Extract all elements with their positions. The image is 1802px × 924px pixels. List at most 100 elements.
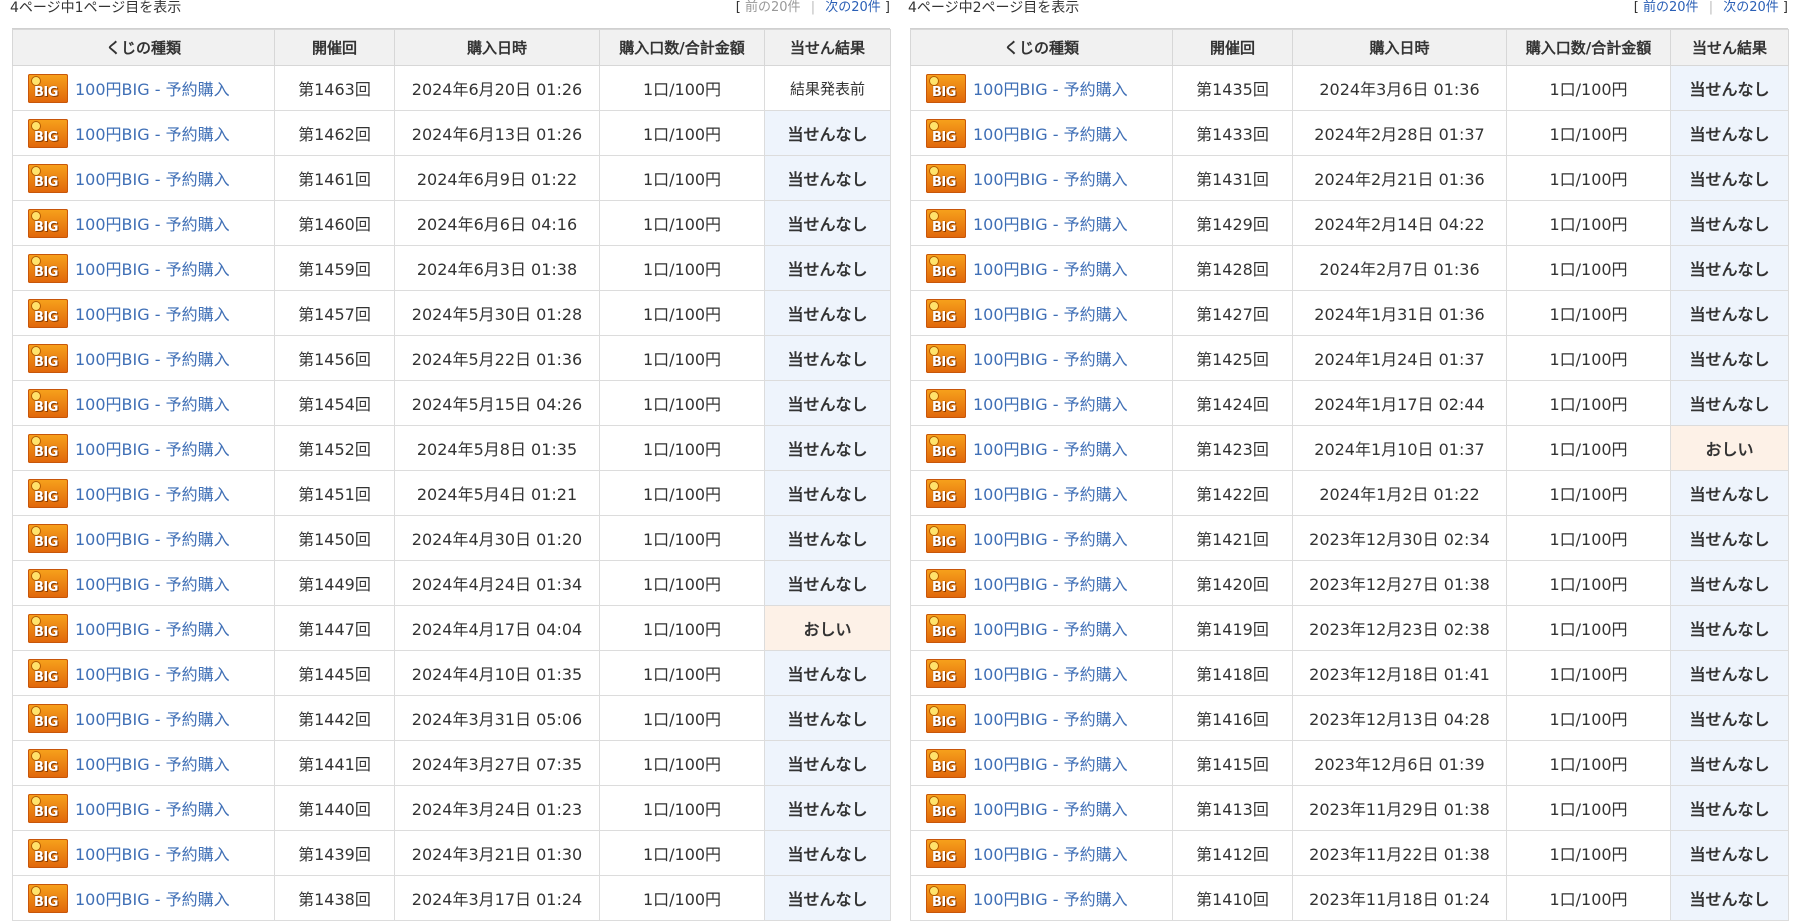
lottery-link[interactable]: 100円BIG - 予約購入 <box>973 661 1128 685</box>
purchase-date-cell: 2024年1月24日 01:37 <box>1292 335 1507 381</box>
purchase-date-cell: 2024年6月9日 01:22 <box>394 155 600 201</box>
logo-text: BIG <box>34 624 58 640</box>
lottery-link[interactable]: 100円BIG - 予約購入 <box>973 706 1128 730</box>
lottery-link[interactable]: 100円BIG - 予約購入 <box>973 256 1128 280</box>
round-cell: 第1463回 <box>274 65 395 111</box>
result-cell: 当せんなし <box>764 380 891 426</box>
purchase-date-cell: 2024年1月10日 01:37 <box>1292 425 1507 471</box>
result-cell: 結果発表前 <box>764 65 891 111</box>
lottery-link[interactable]: 100円BIG - 予約購入 <box>973 526 1128 550</box>
big-lottery-logo-icon: BIG <box>926 433 966 463</box>
result-cell: 当せんなし <box>764 155 891 201</box>
round-cell: 第1449回 <box>274 560 395 606</box>
lottery-type-cell: BIG 100円BIG - 予約購入 <box>910 65 1173 111</box>
lottery-link[interactable]: 100円BIG - 予約購入 <box>75 481 230 505</box>
next-20-link[interactable]: 次の20件 <box>1723 0 1779 15</box>
lottery-link[interactable]: 100円BIG - 予約購入 <box>973 346 1128 370</box>
lottery-link[interactable]: 100円BIG - 予約購入 <box>973 121 1128 145</box>
lottery-link[interactable]: 100円BIG - 予約購入 <box>973 571 1128 595</box>
lottery-link[interactable]: 100円BIG - 予約購入 <box>75 706 230 730</box>
lottery-type-cell: BIG 100円BIG - 予約購入 <box>12 200 275 246</box>
lottery-link[interactable]: 100円BIG - 予約購入 <box>973 751 1128 775</box>
round-cell: 第1412回 <box>1172 830 1293 876</box>
lottery-link[interactable]: 100円BIG - 予約購入 <box>75 301 230 325</box>
big-lottery-logo-icon: BIG <box>926 703 966 733</box>
lottery-link[interactable]: 100円BIG - 予約購入 <box>75 436 230 460</box>
lottery-type-cell: BIG 100円BIG - 予約購入 <box>12 785 275 831</box>
lottery-link[interactable]: 100円BIG - 予約購入 <box>973 436 1128 460</box>
big-lottery-logo-icon: BIG <box>926 658 966 688</box>
purchase-date-cell: 2023年12月13日 04:28 <box>1292 695 1507 741</box>
lottery-link[interactable]: 100円BIG - 予約購入 <box>973 166 1128 190</box>
col-header-lottery-type: くじの種類 <box>910 29 1173 66</box>
round-cell: 第1451回 <box>274 470 395 516</box>
lottery-link[interactable]: 100円BIG - 予約購入 <box>973 841 1128 865</box>
logo-text: BIG <box>34 399 58 415</box>
lottery-link[interactable]: 100円BIG - 予約購入 <box>75 211 230 235</box>
logo-text: BIG <box>34 219 58 235</box>
result-cell: 当せんなし <box>1670 155 1789 201</box>
next-20-link[interactable]: 次の20件 <box>825 0 881 15</box>
logo-text: BIG <box>34 264 58 280</box>
result-cell: おしい <box>764 605 891 651</box>
round-cell: 第1424回 <box>1172 380 1293 426</box>
purchase-date-cell: 2023年11月29日 01:38 <box>1292 785 1507 831</box>
lottery-link[interactable]: 100円BIG - 予約購入 <box>75 256 230 280</box>
big-lottery-logo-icon: BIG <box>28 163 68 193</box>
big-lottery-logo-icon: BIG <box>28 433 68 463</box>
quantity-amount-cell: 1口/100円 <box>599 785 765 831</box>
lottery-link[interactable]: 100円BIG - 予約購入 <box>75 841 230 865</box>
lottery-link[interactable]: 100円BIG - 予約購入 <box>75 76 230 100</box>
table-row: BIG 100円BIG - 予約購入 第1463回 2024年6月20日 01:26 1… <box>12 65 891 111</box>
lottery-link[interactable]: 100円BIG - 予約購入 <box>75 661 230 685</box>
lottery-link[interactable]: 100円BIG - 予約購入 <box>973 481 1128 505</box>
big-lottery-logo-icon: BIG <box>28 883 68 913</box>
prev-20-link[interactable]: 前の20件 <box>1643 0 1699 15</box>
big-lottery-logo-icon: BIG <box>926 73 966 103</box>
lottery-link[interactable]: 100円BIG - 予約購入 <box>973 76 1128 100</box>
logo-text: BIG <box>34 309 58 325</box>
table-row: BIG 100円BIG - 予約購入 第1431回 2024年2月21日 01:36 1… <box>910 155 1789 201</box>
quantity-amount-cell: 1口/100円 <box>1506 740 1671 786</box>
purchase-date-cell: 2024年2月7日 01:36 <box>1292 245 1507 291</box>
lottery-link[interactable]: 100円BIG - 予約購入 <box>75 346 230 370</box>
table-header-row: くじの種類 開催回 購入日時 購入口数/合計金額 当せん結果 <box>910 29 1789 66</box>
lottery-link[interactable]: 100円BIG - 予約購入 <box>75 526 230 550</box>
lottery-link[interactable]: 100円BIG - 予約購入 <box>973 391 1128 415</box>
big-lottery-logo-icon: BIG <box>28 343 68 373</box>
table-row: BIG 100円BIG - 予約購入 第1457回 2024年5月30日 01:28 1… <box>12 290 891 336</box>
result-cell: 当せんなし <box>1670 290 1789 336</box>
round-cell: 第1413回 <box>1172 785 1293 831</box>
logo-text: BIG <box>34 759 58 775</box>
lottery-link[interactable]: 100円BIG - 予約購入 <box>973 301 1128 325</box>
lottery-type-cell: BIG 100円BIG - 予約購入 <box>12 425 275 471</box>
quantity-amount-cell: 1口/100円 <box>599 290 765 336</box>
table-row: BIG 100円BIG - 予約購入 第1415回 2023年12月6日 01:39 1… <box>910 740 1789 786</box>
lottery-link[interactable]: 100円BIG - 予約購入 <box>973 886 1128 910</box>
purchase-date-cell: 2023年12月6日 01:39 <box>1292 740 1507 786</box>
round-cell: 第1420回 <box>1172 560 1293 606</box>
quantity-amount-cell: 1口/100円 <box>1506 245 1671 291</box>
lottery-link[interactable]: 100円BIG - 予約購入 <box>75 751 230 775</box>
lottery-link[interactable]: 100円BIG - 予約購入 <box>973 211 1128 235</box>
purchase-date-cell: 2024年6月20日 01:26 <box>394 65 600 111</box>
lottery-link[interactable]: 100円BIG - 予約購入 <box>75 616 230 640</box>
big-lottery-logo-icon: BIG <box>28 208 68 238</box>
lottery-link[interactable]: 100円BIG - 予約購入 <box>75 121 230 145</box>
lottery-link[interactable]: 100円BIG - 予約購入 <box>75 571 230 595</box>
col-header-quantity-amount: 購入口数/合計金額 <box>599 29 765 66</box>
lottery-link[interactable]: 100円BIG - 予約購入 <box>75 166 230 190</box>
round-cell: 第1428回 <box>1172 245 1293 291</box>
pager-close-bracket: ] <box>884 0 890 15</box>
result-cell: 当せんなし <box>1670 875 1789 921</box>
purchase-date-cell: 2023年11月18日 01:24 <box>1292 875 1507 921</box>
lottery-link[interactable]: 100円BIG - 予約購入 <box>973 796 1128 820</box>
lottery-link[interactable]: 100円BIG - 予約購入 <box>75 886 230 910</box>
lottery-link[interactable]: 100円BIG - 予約購入 <box>75 391 230 415</box>
logo-text: BIG <box>932 399 956 415</box>
lottery-link[interactable]: 100円BIG - 予約購入 <box>75 796 230 820</box>
result-cell: 当せんなし <box>1670 65 1789 111</box>
lottery-link[interactable]: 100円BIG - 予約購入 <box>973 616 1128 640</box>
result-cell: 当せんなし <box>1670 560 1789 606</box>
quantity-amount-cell: 1口/100円 <box>599 650 765 696</box>
